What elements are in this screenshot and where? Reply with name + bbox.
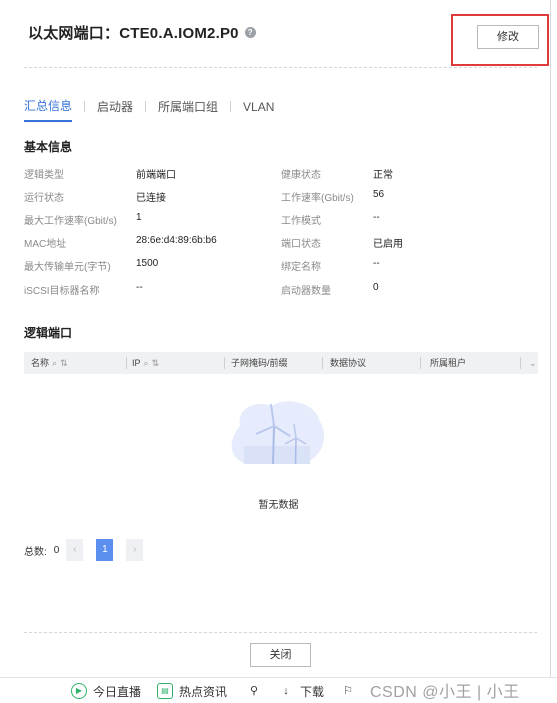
info-running-status: 运行状态 已连接 (24, 189, 166, 204)
prev-page-button[interactable]: ‹ (66, 539, 84, 561)
info-label: 健康状态 (281, 170, 321, 181)
info-label: 逻辑类型 (24, 170, 64, 181)
search-icon[interactable]: ⌕ (144, 352, 149, 374)
column-name[interactable]: 名称 ⌕ ⇅ (31, 352, 68, 374)
tab-vlan[interactable]: VLAN (243, 100, 274, 120)
info-bond-name: 绑定名称 -- (281, 258, 380, 273)
column-label: 数据协议 (330, 358, 367, 368)
play-icon: ▶ (71, 683, 87, 699)
tab-port-group[interactable]: 所属端口组 (158, 98, 218, 121)
chevron-down-icon[interactable]: ⌄ (529, 352, 537, 374)
search-icon[interactable]: ⌕ (52, 352, 57, 374)
column-divider (420, 357, 421, 369)
column-divider (322, 357, 323, 369)
column-divider (224, 357, 225, 369)
info-label: MAC地址 (24, 239, 67, 250)
port-detail-dialog: 以太网端口：CTE0.A.IOM2.P0 ? 修改 汇总信息 启动器 所属端口组… (0, 0, 551, 677)
pin-icon: ⚲ (249, 685, 259, 697)
info-label: 最大工作速率(Gbit/s) (24, 216, 117, 227)
info-label: 最大传输单元(字节) (24, 262, 111, 273)
basic-info-title: 基本信息 (24, 140, 73, 154)
column-label: 所属租户 (430, 358, 467, 368)
sort-icon[interactable]: ⇅ (152, 352, 160, 374)
column-protocol[interactable]: 数据协议 (330, 352, 366, 374)
column-divider (520, 357, 521, 369)
info-label: 运行状态 (24, 193, 64, 204)
info-working-mode: 工作模式 -- (281, 212, 380, 227)
dialog-title: 以太网端口：CTE0.A.IOM2.P0 (28, 25, 239, 42)
download-icon: ↓ (283, 685, 289, 697)
tab-bar: 汇总信息 启动器 所属端口组 VLAN (24, 97, 274, 122)
info-value: 1500 (136, 258, 159, 269)
info-value: -- (373, 258, 380, 269)
pagination: 总数: 0 ‹ 1 › (24, 539, 144, 561)
info-value: 已连接 (136, 193, 166, 204)
live-today-label: 今日直播 (93, 684, 142, 699)
news-icon: ▤ (157, 683, 173, 699)
info-value: 28:6e:d4:89:6b:b6 (136, 235, 217, 246)
info-value: 已启用 (373, 239, 403, 250)
column-label: 名称 (31, 358, 50, 368)
hot-news-link[interactable]: ▤ 热点资讯 (157, 682, 227, 700)
tab-divider (230, 101, 232, 112)
tab-divider (145, 101, 147, 112)
live-today-link[interactable]: ▶ 今日直播 (71, 682, 141, 700)
flag-icon: ⚐ (343, 685, 353, 697)
empty-data-text: 暂无数据 (258, 500, 299, 511)
tab-summary[interactable]: 汇总信息 (24, 97, 73, 122)
tab-initiators[interactable]: 启动器 (97, 98, 133, 121)
info-value: 1 (136, 212, 142, 223)
info-value: 正常 (373, 170, 393, 181)
logical-ports-title: 逻辑端口 (24, 326, 73, 340)
column-label: 子网掩码/前缀 (231, 358, 288, 368)
modify-button[interactable]: 修改 (477, 25, 539, 49)
info-iscsi-target: iSCSI目标器名称 -- (24, 282, 143, 297)
info-max-speed: 最大工作速率(Gbit/s) 1 (24, 212, 142, 227)
page-1-button[interactable]: 1 (96, 539, 114, 561)
total-count: 0 (53, 544, 60, 556)
info-initiator-count: 启动器数量 0 (281, 282, 379, 297)
info-label: 启动器数量 (281, 286, 331, 297)
info-value: 0 (373, 282, 379, 293)
header-divider (24, 67, 537, 68)
column-subnet[interactable]: 子网掩码/前缀 (231, 352, 288, 374)
next-page-button[interactable]: › (126, 539, 144, 561)
close-button[interactable]: 关闭 (250, 643, 311, 667)
info-value: 56 (373, 189, 385, 200)
flag-button[interactable]: ⚐ (340, 682, 362, 700)
info-label: iSCSI目标器名称 (24, 286, 100, 297)
column-divider (126, 357, 127, 369)
column-ip[interactable]: IP ⌕ ⇅ (132, 352, 159, 374)
info-port-status: 端口状态 已启用 (281, 235, 403, 250)
tab-divider (84, 101, 86, 112)
info-value: -- (136, 282, 143, 293)
column-label: IP (132, 358, 141, 368)
empty-data-illustration (231, 401, 325, 465)
watermark-text: CSDN @小王 | 小王 (370, 684, 520, 701)
logical-ports-table-header: 名称 ⌕ ⇅ IP ⌕ ⇅ 子网掩码/前缀 数据协议 所属租户 ⌄ (24, 352, 538, 374)
info-value: -- (373, 212, 380, 223)
info-mac-address: MAC地址 28:6e:d4:89:6b:b6 (24, 235, 217, 250)
info-working-speed: 工作速率(Gbit/s) 56 (281, 189, 384, 204)
info-mtu: 最大传输单元(字节) 1500 (24, 258, 158, 273)
download-link[interactable]: ↓ 下载 (278, 682, 324, 700)
download-label: 下载 (300, 684, 325, 699)
help-icon[interactable]: ? (244, 27, 256, 38)
dialog-header: 以太网端口：CTE0.A.IOM2.P0 ? (28, 22, 256, 43)
info-label: 绑定名称 (281, 262, 321, 273)
total-label: 总数: (24, 546, 47, 558)
info-label: 端口状态 (281, 239, 321, 250)
info-label: 工作模式 (281, 216, 321, 227)
sort-icon[interactable]: ⇅ (60, 352, 68, 374)
info-value: 前端端口 (136, 170, 176, 181)
info-logic-type: 逻辑类型 前端端口 (24, 166, 176, 181)
column-settings-icon[interactable]: ⌄ (526, 352, 537, 374)
info-label: 工作速率(Gbit/s) (281, 193, 354, 204)
pin-button[interactable]: ⚲ (246, 682, 268, 700)
hot-news-label: 热点资讯 (179, 684, 228, 699)
column-tenant[interactable]: 所属租户 (430, 352, 466, 374)
footer-divider (24, 632, 537, 633)
info-health-status: 健康状态 正常 (281, 166, 393, 181)
